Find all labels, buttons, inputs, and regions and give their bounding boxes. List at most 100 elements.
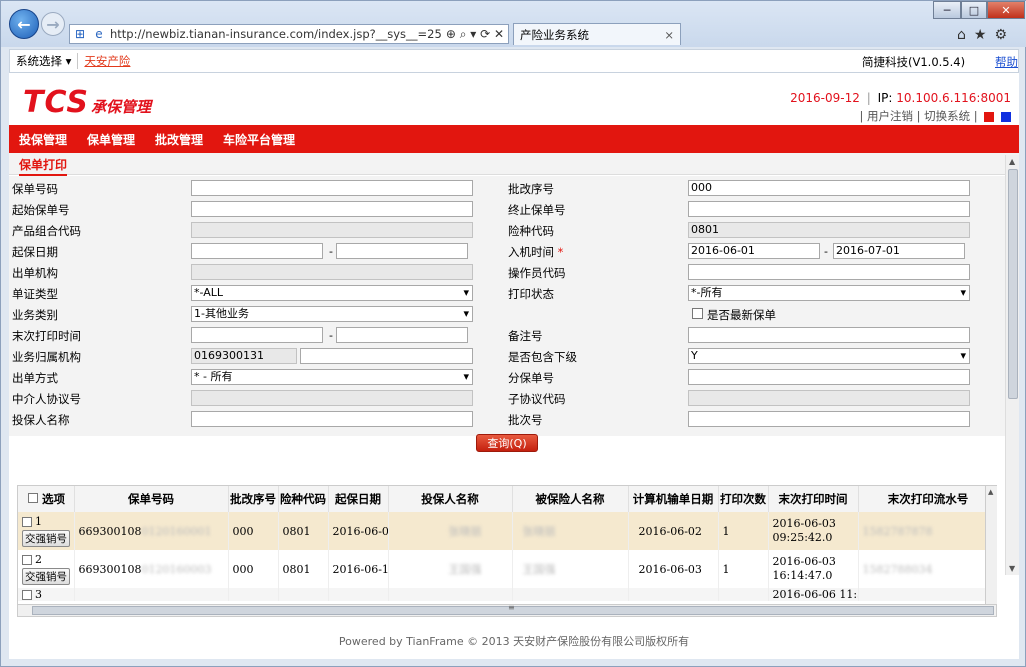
back-button[interactable]: ← bbox=[9, 9, 39, 39]
grid-horizontal-scrollbar[interactable]: ≡ bbox=[17, 603, 997, 617]
grid-scroll-up-icon[interactable]: ▲ bbox=[988, 488, 993, 496]
current-date: 2016-09-12 bbox=[790, 91, 860, 105]
last-print-time-label: 末次打印时间 bbox=[12, 329, 81, 343]
biz-type-select[interactable]: 1-其他业务 bbox=[191, 306, 473, 322]
last-print-dash: - bbox=[329, 329, 333, 342]
last-print-to-input[interactable] bbox=[336, 327, 468, 343]
table-row[interactable]: 1 交强销号 6693001080120160001 000 0801 2016-… bbox=[18, 512, 996, 550]
col-header-endorse-seq: 批改序号 bbox=[228, 486, 279, 512]
browser-tab[interactable]: 产险业务系统 × bbox=[513, 23, 681, 45]
arrow-left-icon: ← bbox=[17, 14, 31, 34]
start-date-from-input[interactable] bbox=[191, 243, 323, 259]
cell-applicant: 张晓丽 bbox=[448, 525, 482, 538]
query-button[interactable]: 查询(Q) bbox=[476, 434, 538, 452]
col-header-print-count: 打印次数 bbox=[718, 486, 769, 512]
scroll-up-icon[interactable]: ▲ bbox=[1009, 157, 1015, 166]
cancel-compulsory-button[interactable]: 交强销号 bbox=[22, 530, 70, 547]
issue-mode-select[interactable]: * - 所有 bbox=[191, 369, 473, 385]
cancel-compulsory-button[interactable]: 交强销号 bbox=[22, 568, 70, 585]
remark-no-label: 备注号 bbox=[508, 329, 543, 343]
theme-blue-swatch[interactable] bbox=[1001, 111, 1011, 122]
menu-item-underwriting[interactable]: 投保管理 bbox=[19, 131, 67, 148]
favorites-star-icon[interactable]: ★ bbox=[974, 27, 987, 43]
biz-org-label: 业务归属机构 bbox=[12, 350, 81, 364]
theme-red-swatch[interactable] bbox=[984, 111, 995, 122]
window-maximize-button[interactable]: □ bbox=[961, 1, 987, 19]
cell-risk-code: 0801 bbox=[278, 512, 329, 550]
end-policy-no-input[interactable] bbox=[688, 201, 970, 217]
agent-agreement-label: 中介人协议号 bbox=[12, 392, 81, 406]
tianan-link[interactable]: 天安产险 bbox=[78, 53, 130, 69]
operator-code-input[interactable] bbox=[688, 264, 970, 280]
table-row[interactable]: 3 2016-06-06 11:33:3 bbox=[18, 588, 996, 601]
row-checkbox[interactable] bbox=[22, 554, 32, 565]
page-tab-bar: 保单打印 bbox=[9, 153, 1019, 177]
app-header: TCS 承保管理 2016-09-12 | IP: 10.100.6.116:8… bbox=[9, 73, 1019, 125]
menu-item-endorsement[interactable]: 批改管理 bbox=[155, 131, 203, 148]
cell-last-print-time: 2016-06-06 11:33:3 bbox=[768, 588, 859, 601]
page-compat-icon[interactable]: ⊞ bbox=[70, 27, 90, 41]
print-status-select[interactable]: *-所有 bbox=[688, 285, 970, 301]
biz-org-name-input[interactable] bbox=[300, 348, 473, 364]
start-date-to-input[interactable] bbox=[336, 243, 468, 259]
home-icon[interactable]: ⌂ bbox=[957, 27, 966, 43]
start-date-label: 起保日期 bbox=[12, 245, 58, 259]
app-toolbar: 系统选择 ▾ 天安产险 简捷科技(V1.0.5.4) 帮助 bbox=[9, 49, 1019, 73]
grid-vertical-scrollbar[interactable]: ▲ bbox=[985, 486, 997, 604]
entry-time-from-input[interactable]: 2016-06-01 bbox=[688, 243, 820, 259]
entry-time-to-input[interactable]: 2016-07-01 bbox=[833, 243, 965, 259]
cell-last-print-time: 2016-06-03 09:25:42.0 bbox=[768, 512, 859, 550]
settings-gear-icon[interactable]: ⚙ bbox=[994, 27, 1007, 43]
address-url[interactable]: http://newbiz.tianan-insurance.com/index… bbox=[108, 27, 442, 41]
cell-policy-no: 669300108 bbox=[78, 562, 142, 576]
cell-policy-no: 669300108 bbox=[78, 524, 142, 538]
row-checkbox[interactable] bbox=[22, 516, 32, 527]
menu-item-policy[interactable]: 保单管理 bbox=[87, 131, 135, 148]
remark-no-input[interactable] bbox=[688, 327, 970, 343]
doc-type-label: 单证类型 bbox=[12, 287, 58, 301]
window-minimize-button[interactable]: ─ bbox=[933, 1, 961, 19]
print-status-label: 打印状态 bbox=[508, 287, 554, 301]
page-vertical-scrollbar[interactable]: ▲ ▼ bbox=[1005, 155, 1019, 575]
risk-code-input: 0801 bbox=[688, 222, 970, 238]
select-all-checkbox[interactable] bbox=[28, 493, 38, 503]
cell-entry-date: 2016-06-02 bbox=[628, 512, 719, 550]
table-row[interactable]: 2 交强销号 6693001080120160003 000 0801 2016-… bbox=[18, 550, 996, 588]
biz-type-label: 业务类别 bbox=[12, 308, 58, 322]
menu-item-auto-platform[interactable]: 车险平台管理 bbox=[223, 131, 295, 148]
help-link[interactable]: 帮助 bbox=[995, 54, 1018, 70]
scroll-down-icon[interactable]: ▼ bbox=[1009, 564, 1015, 573]
policy-no-input[interactable] bbox=[191, 180, 473, 196]
endorse-seq-input[interactable]: 000 bbox=[688, 180, 970, 196]
row-checkbox[interactable] bbox=[22, 589, 32, 600]
address-tools[interactable]: ⊕ ⌕ ▾ ⟳ ✕ bbox=[442, 27, 508, 42]
batch-no-input[interactable] bbox=[688, 411, 970, 427]
cell-last-print-serial: 1582788034 bbox=[862, 562, 933, 576]
ip-address: 10.100.6.116:8001 bbox=[896, 91, 1011, 105]
header-links[interactable]: | 用户注销 | 切换系统 | bbox=[859, 109, 977, 123]
include-sub-select[interactable]: Y bbox=[688, 348, 970, 364]
tab-policy-print[interactable]: 保单打印 bbox=[19, 156, 68, 177]
ip-label: IP: bbox=[877, 91, 893, 105]
doc-type-select[interactable]: *-ALL bbox=[191, 285, 473, 301]
latest-policy-checkbox[interactable] bbox=[692, 308, 703, 319]
applicant-name-input[interactable] bbox=[191, 411, 473, 427]
col-header-policy-no: 保单号码 bbox=[74, 486, 229, 512]
cell-last-print-time: 2016-06-03 16:14:47.0 bbox=[768, 550, 859, 588]
page-scroll-thumb[interactable] bbox=[1008, 169, 1018, 399]
last-print-from-input[interactable] bbox=[191, 327, 323, 343]
forward-button[interactable]: → bbox=[41, 12, 65, 36]
entry-time-dash: - bbox=[824, 245, 828, 258]
window-close-button[interactable]: ✕ bbox=[987, 1, 1025, 19]
address-bar[interactable]: ⊞ e http://newbiz.tianan-insurance.com/i… bbox=[69, 24, 509, 44]
tab-close-icon[interactable]: × bbox=[664, 28, 680, 42]
page-footer: Powered by TianFrame © 2013 天安财产保险股份有限公司… bbox=[338, 635, 690, 648]
system-select-menu[interactable]: 系统选择 ▾ bbox=[10, 53, 79, 69]
browser-right-icons: ⌂ ★ ⚙ bbox=[957, 27, 1007, 43]
col-header-insured: 被保险人名称 bbox=[512, 486, 629, 512]
start-policy-no-input[interactable] bbox=[191, 201, 473, 217]
entry-time-label: 入机时间 bbox=[508, 245, 554, 259]
include-sub-label: 是否包含下级 bbox=[508, 350, 577, 364]
tab-title: 产险业务系统 bbox=[520, 27, 589, 42]
sub-policy-no-input[interactable] bbox=[688, 369, 970, 385]
